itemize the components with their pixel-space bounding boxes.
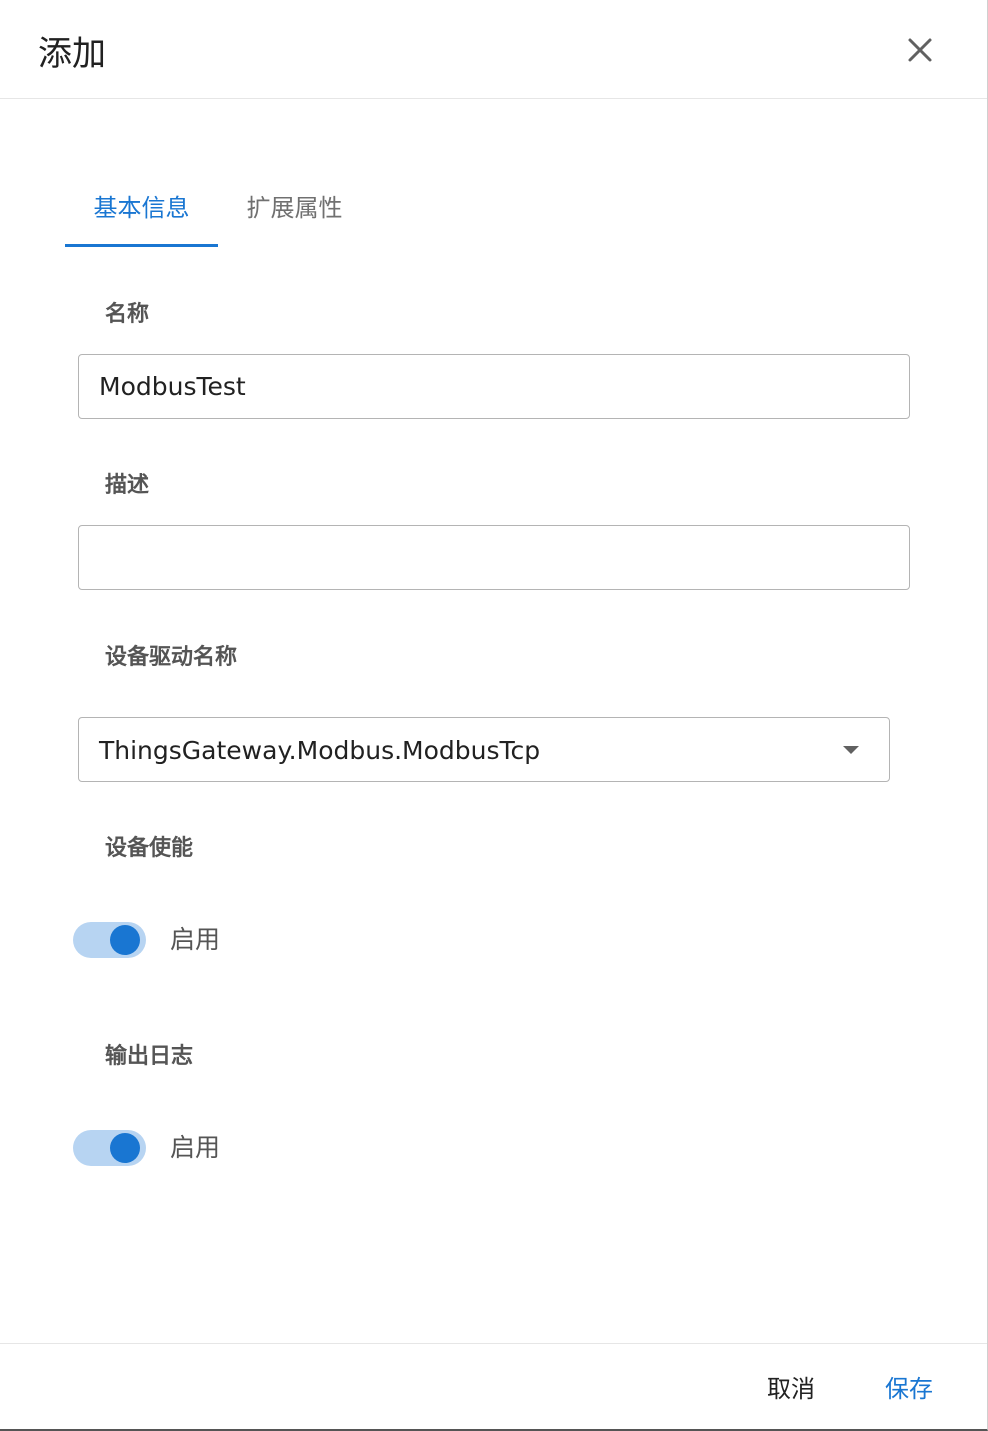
close-button[interactable] [898,30,942,74]
description-input[interactable] [99,526,889,589]
enable-toggle-label: 启用 [170,925,221,954]
description-field [78,525,910,590]
name-input[interactable] [99,355,889,418]
driver-select-value: ThingsGateway.Modbus.ModbusTcp [99,736,541,765]
name-label: 名称 [105,302,150,327]
driver-label: 设备驱动名称 [105,645,238,670]
caret-down-icon [843,746,859,754]
tab-basic-info[interactable]: 基本信息 [65,180,218,248]
tab-extended-properties[interactable]: 扩展属性 [218,180,371,248]
log-output-label: 输出日志 [105,1044,194,1069]
enable-toggle-thumb [110,925,140,955]
log-output-toggle-thumb [110,1133,140,1163]
enable-label: 设备使能 [105,836,194,861]
dialog-header: 添加 [0,0,987,99]
log-output-toggle-label: 启用 [170,1133,221,1162]
enable-toggle[interactable] [73,922,146,958]
cancel-button[interactable]: 取消 [767,1372,815,1406]
dialog-footer: 取消 保存 [0,1343,987,1429]
dialog-title: 添加 [38,34,106,74]
active-tab-indicator [65,244,218,247]
name-field [78,354,910,419]
save-button[interactable]: 保存 [885,1372,933,1406]
driver-select[interactable]: ThingsGateway.Modbus.ModbusTcp [78,717,890,782]
close-icon [908,38,932,62]
description-label: 描述 [105,473,150,498]
log-output-toggle[interactable] [73,1130,146,1166]
add-dialog: 添加 基本信息 扩展属性 名称 描述 设备驱动名称 ThingsGateway.… [0,0,988,1431]
